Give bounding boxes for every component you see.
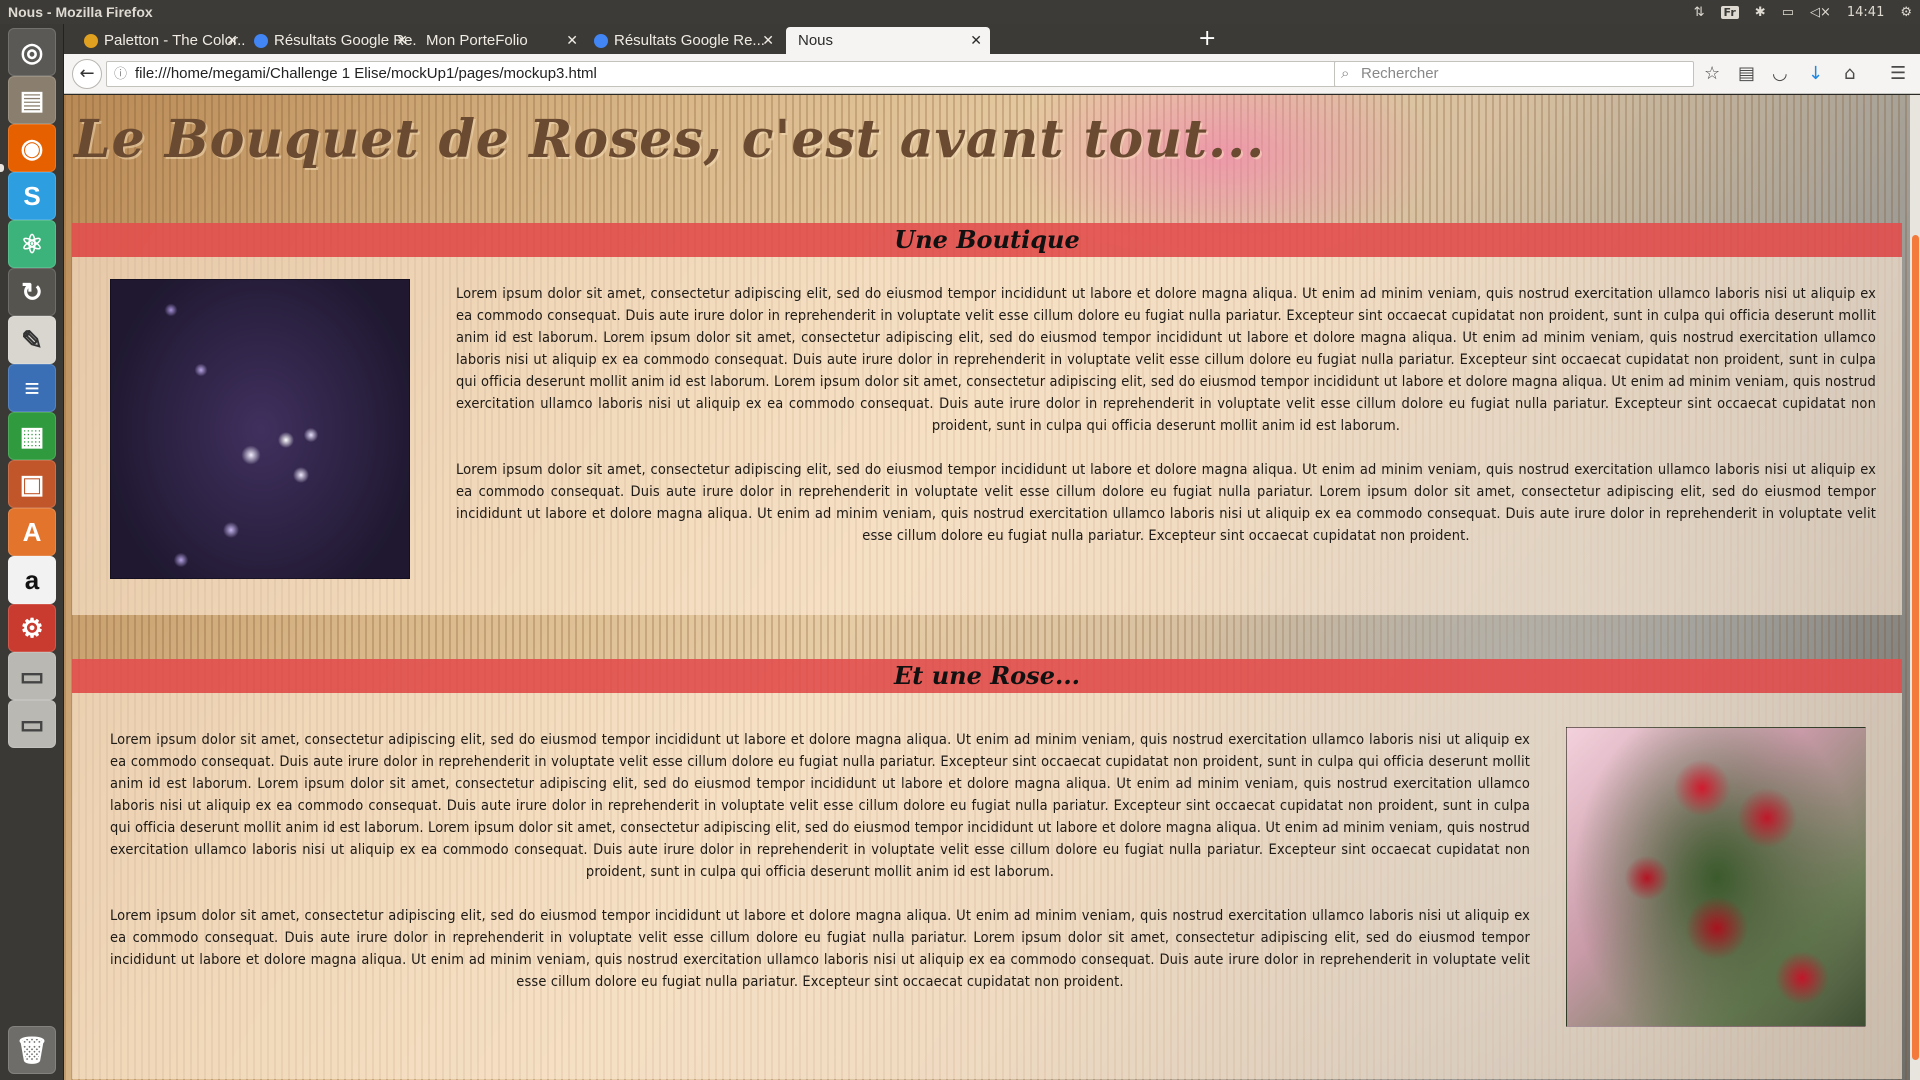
pocket-icon[interactable]: ◡	[1772, 54, 1788, 94]
software-center-icon[interactable]: A	[8, 508, 56, 556]
tab-bar: Paletton - The Color... ✕ Résultats Goog…	[64, 24, 1920, 54]
page-viewport: Le Bouquet de Roses, c'est avant tout...…	[64, 95, 1920, 1080]
section-boutique: Une Boutique Lorem ipsum dolor sit amet,…	[72, 223, 1902, 615]
reading-list-icon[interactable]: ▤	[1738, 54, 1755, 94]
bluetooth-icon[interactable]: ✱	[1755, 5, 1766, 20]
section-title-bar: Une Boutique	[72, 223, 1902, 257]
url-text: file:///home/megami/Challenge 1 Elise/mo…	[135, 65, 597, 82]
download-icon[interactable]: ↓	[1808, 54, 1823, 94]
close-tab-icon[interactable]: ✕	[396, 27, 408, 54]
text-editor-icon[interactable]: ✎	[8, 316, 56, 364]
menu-icon[interactable]: ☰	[1890, 54, 1906, 94]
running-indicator	[0, 164, 4, 172]
trash-icon[interactable]: 🗑	[8, 1026, 56, 1074]
tab-nous[interactable]: Nous ✕	[786, 27, 990, 54]
close-tab-icon[interactable]: ✕	[566, 27, 578, 54]
section-paragraph: Lorem ipsum dolor sit amet, consectetur …	[110, 908, 1530, 990]
url-bar[interactable]: ⓘ file:///home/megami/Challenge 1 Elise/…	[106, 61, 1358, 87]
window-title: Nous - Mozilla Firefox	[8, 4, 153, 20]
search-placeholder: Rechercher	[1361, 65, 1439, 82]
software-updater-icon[interactable]: ↻	[8, 268, 56, 316]
network-icon[interactable]: ⇅	[1694, 5, 1705, 20]
info-icon[interactable]: ⓘ	[114, 62, 127, 86]
tab-google-results-1[interactable]: Résultats Google Re... ✕	[246, 27, 416, 54]
tab-paletton[interactable]: Paletton - The Color... ✕	[76, 27, 246, 54]
atom-icon[interactable]: ⚛	[8, 220, 56, 268]
volume-icon[interactable]: ◁×	[1810, 5, 1831, 20]
section-title: Une Boutique	[894, 225, 1080, 254]
launcher: ◎ ▤ ◉ S ⚛ ↻ ✎ ≡ ▦ ▣ A a ⚙ ▭ ▭ 🗑	[0, 24, 64, 1080]
home-icon[interactable]: ⌂	[1844, 54, 1855, 94]
firefox-icon[interactable]: ◉	[8, 124, 56, 172]
back-button[interactable]: ←	[72, 59, 102, 89]
calc-icon[interactable]: ▦	[8, 412, 56, 460]
section-title: Et une Rose...	[893, 661, 1081, 690]
tab-mon-portefolio[interactable]: Mon PorteFolio ✕	[416, 27, 586, 54]
clock[interactable]: 14:41	[1847, 5, 1884, 20]
google-icon	[594, 34, 608, 48]
purple-flowers-image	[110, 279, 410, 579]
system-settings-icon[interactable]: ⚙	[8, 604, 56, 652]
search-input[interactable]: ⌕ Rechercher	[1334, 61, 1694, 87]
new-tab-button[interactable]: +	[1198, 26, 1216, 52]
amazon-icon[interactable]: a	[8, 556, 56, 604]
red-roses-image	[1566, 727, 1866, 1027]
writer-icon[interactable]: ≡	[8, 364, 56, 412]
section-paragraph: Lorem ipsum dolor sit amet, consectetur …	[456, 286, 1876, 434]
scrollbar-thumb[interactable]	[1912, 235, 1919, 1060]
section-title-bar: Et une Rose...	[72, 659, 1902, 693]
ubuntu-dash-icon[interactable]: ◎	[8, 28, 56, 76]
section-rose: Et une Rose... Lorem ipsum dolor sit ame…	[72, 659, 1902, 1079]
close-tab-icon[interactable]: ✕	[762, 27, 774, 54]
navigation-bar: ← ⓘ file:///home/megami/Challenge 1 Elis…	[64, 54, 1920, 94]
keyboard-layout-indicator[interactable]: Fr	[1720, 5, 1739, 19]
google-icon	[254, 34, 268, 48]
impress-icon[interactable]: ▣	[8, 460, 56, 508]
slack-icon[interactable]: S	[8, 172, 56, 220]
indicator-area: ⇅ Fr ✱ ▭ ◁× 14:41 ⚙	[1694, 5, 1912, 20]
bookmark-star-icon[interactable]: ☆	[1704, 54, 1720, 94]
close-tab-icon[interactable]: ✕	[226, 27, 238, 54]
top-panel: Nous - Mozilla Firefox ⇅ Fr ✱ ▭ ◁× 14:41…	[0, 0, 1920, 24]
scrollbar[interactable]	[1910, 95, 1920, 1080]
search-icon: ⌕	[1341, 65, 1350, 82]
drive-icon[interactable]: ▭	[8, 652, 56, 700]
drive-icon[interactable]: ▭	[8, 700, 56, 748]
section-paragraph: Lorem ipsum dolor sit amet, consectetur …	[456, 462, 1876, 544]
favicon-icon	[84, 34, 98, 48]
close-tab-icon[interactable]: ✕	[970, 27, 982, 54]
page-headline: Le Bouquet de Roses, c'est avant tout...	[74, 109, 1266, 170]
files-icon[interactable]: ▤	[8, 76, 56, 124]
battery-icon[interactable]: ▭	[1782, 5, 1794, 20]
section-paragraph: Lorem ipsum dolor sit amet, consectetur …	[110, 732, 1530, 880]
gear-icon[interactable]: ⚙	[1900, 5, 1912, 20]
tab-google-results-2[interactable]: Résultats Google Re... ✕	[586, 27, 782, 54]
